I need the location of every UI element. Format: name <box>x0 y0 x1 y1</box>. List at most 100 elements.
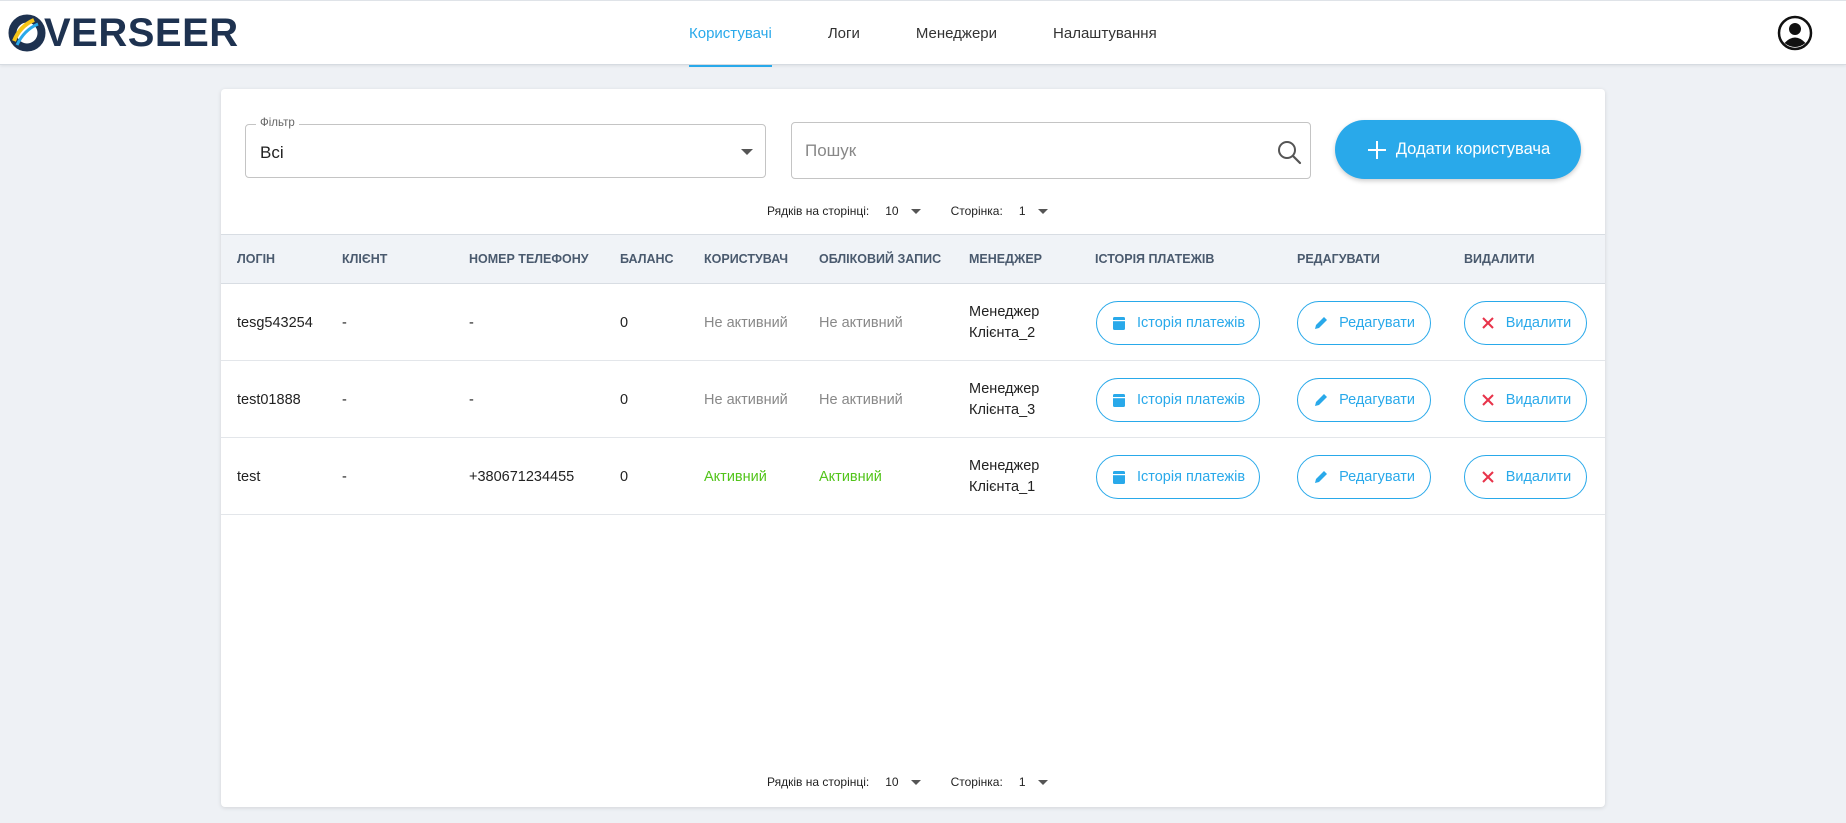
calendar-icon <box>1112 317 1125 330</box>
search-input[interactable] <box>805 137 1245 165</box>
table-row: test - +380671234455 0 Активний Активний… <box>221 438 1605 515</box>
payment-history-label: Історія платежів <box>1136 469 1246 485</box>
column-header[interactable]: Історія платежів <box>1095 235 1214 283</box>
users-card: Фільтр Всі Додати користувача Рядків на … <box>221 89 1605 807</box>
payment-history-label: Історія платежів <box>1136 315 1246 331</box>
nav-tab-managers[interactable]: Менеджери <box>916 1 997 66</box>
account-status-cell: Не активний <box>819 391 903 408</box>
add-user-button[interactable]: Додати користувача <box>1335 120 1581 179</box>
nav-tab-label: Користувачі <box>689 25 772 42</box>
edit-button[interactable]: Редагувати <box>1297 378 1431 422</box>
top-app-bar: VERSEER Користувачі Логи Менеджери Налаш… <box>0 0 1846 67</box>
client-cell: - <box>342 314 347 331</box>
client-cell: - <box>342 468 347 485</box>
manager-line: Менеджер <box>969 457 1040 474</box>
page-select[interactable]: 1 <box>1019 204 1048 218</box>
column-header[interactable]: Клієнт <box>342 235 387 283</box>
user-status-cell: Не активний <box>704 314 788 331</box>
nav-tab-logs[interactable]: Логи <box>828 1 860 66</box>
table-header: Логін Клієнт Номер телефону Баланс Корис… <box>221 234 1605 284</box>
page-value: 1 <box>1018 775 1026 789</box>
dropdown-arrow-icon <box>1037 208 1048 214</box>
add-user-label: Додати користувача <box>1395 140 1551 158</box>
rows-per-page-value: 10 <box>885 204 899 218</box>
login-cell: test01888 <box>237 391 301 408</box>
user-status-cell: Не активний <box>704 391 788 408</box>
user-status-cell: Активний <box>704 468 767 485</box>
nav-tab-label: Менеджери <box>915 25 998 42</box>
column-header[interactable]: Видалити <box>1464 235 1534 283</box>
page-label: Сторінка: <box>950 204 1003 218</box>
manager-line: Менеджер <box>969 303 1040 320</box>
edit-button[interactable]: Редагувати <box>1297 301 1431 345</box>
phone-cell: - <box>469 391 474 408</box>
delete-label: Видалити <box>1505 315 1572 331</box>
rows-per-page-label: Рядків на сторінці: <box>767 204 870 218</box>
overseer-logo[interactable]: VERSEER <box>8 11 239 55</box>
delete-label: Видалити <box>1505 469 1572 485</box>
search-icon[interactable] <box>1276 139 1302 165</box>
column-header[interactable]: Менеджер <box>969 235 1042 283</box>
edit-button[interactable]: Редагувати <box>1297 455 1431 499</box>
dropdown-arrow-icon <box>910 779 921 785</box>
account-circle-icon[interactable] <box>1777 15 1813 51</box>
column-header[interactable]: Логін <box>237 235 275 283</box>
account-status-cell: Не активний <box>819 314 903 331</box>
close-x-icon <box>1481 394 1494 406</box>
manager-line: Клієнта_3 <box>969 401 1036 418</box>
pagination-bottom: Рядків на сторінці: 10 Сторінка: 1 <box>767 772 1048 792</box>
rows-per-page-select[interactable]: 10 <box>885 775 921 789</box>
nav-tab-label: Логи <box>827 25 860 42</box>
nav-tab-label: Налаштування <box>1053 25 1157 42</box>
table-row: tesg543254 - - 0 Не активний Не активний… <box>221 284 1605 361</box>
nav-tab-settings[interactable]: Налаштування <box>1053 1 1157 66</box>
rows-per-page-label: Рядків на сторінці: <box>767 775 870 789</box>
page-label: Сторінка: <box>950 775 1003 789</box>
column-header[interactable]: Редагувати <box>1297 235 1380 283</box>
login-cell: tesg543254 <box>237 314 313 331</box>
pagination-top: Рядків на сторінці: 10 Сторінка: 1 <box>767 201 1048 221</box>
balance-cell: 0 <box>620 468 629 485</box>
calendar-icon <box>1112 394 1125 407</box>
balance-cell: 0 <box>620 314 629 331</box>
dropdown-arrow-icon <box>741 149 753 155</box>
nav-tab-users[interactable]: Користувачі <box>689 1 772 67</box>
plus-icon <box>1367 140 1386 159</box>
column-header[interactable]: Обліковий запис <box>819 235 941 283</box>
edit-label: Редагувати <box>1339 392 1415 408</box>
filter-value: Всі <box>260 143 284 162</box>
close-x-icon <box>1481 471 1494 483</box>
edit-label: Редагувати <box>1339 315 1415 331</box>
table-row: test01888 - - 0 Не активний Не активний … <box>221 361 1605 438</box>
close-x-icon <box>1481 317 1494 329</box>
balance-cell: 0 <box>620 391 629 408</box>
column-header[interactable]: Номер телефону <box>469 235 589 283</box>
payment-history-button[interactable]: Історія платежів <box>1096 301 1260 345</box>
delete-button[interactable]: Видалити <box>1464 301 1587 345</box>
column-header[interactable]: Користувач <box>704 235 788 283</box>
client-cell: - <box>342 391 347 408</box>
column-header[interactable]: Баланс <box>620 235 674 283</box>
payment-history-button[interactable]: Історія платежів <box>1096 455 1260 499</box>
delete-button[interactable]: Видалити <box>1464 378 1587 422</box>
login-cell: test <box>237 468 261 485</box>
edit-label: Редагувати <box>1339 469 1415 485</box>
delete-button[interactable]: Видалити <box>1464 455 1587 499</box>
payment-history-button[interactable]: Історія платежів <box>1096 378 1260 422</box>
main-nav: Користувачі Логи Менеджери Налаштування <box>689 1 1213 67</box>
manager-cell: Менеджер Клієнта_2 <box>969 284 1059 361</box>
calendar-icon <box>1112 471 1125 484</box>
dropdown-arrow-icon <box>1037 779 1048 785</box>
phone-cell: +380671234455 <box>469 468 575 485</box>
logo-text: VERSEER <box>44 11 239 55</box>
pencil-icon <box>1315 471 1328 483</box>
page-select[interactable]: 1 <box>1019 775 1048 789</box>
filter-select[interactable]: Фільтр Всі <box>245 117 766 178</box>
rows-per-page-select[interactable]: 10 <box>885 204 921 218</box>
dropdown-arrow-icon <box>910 208 921 214</box>
page-value: 1 <box>1018 204 1026 218</box>
search-box <box>791 122 1311 179</box>
delete-label: Видалити <box>1505 392 1572 408</box>
manager-line: Клієнта_2 <box>969 324 1036 341</box>
pencil-icon <box>1315 317 1328 329</box>
